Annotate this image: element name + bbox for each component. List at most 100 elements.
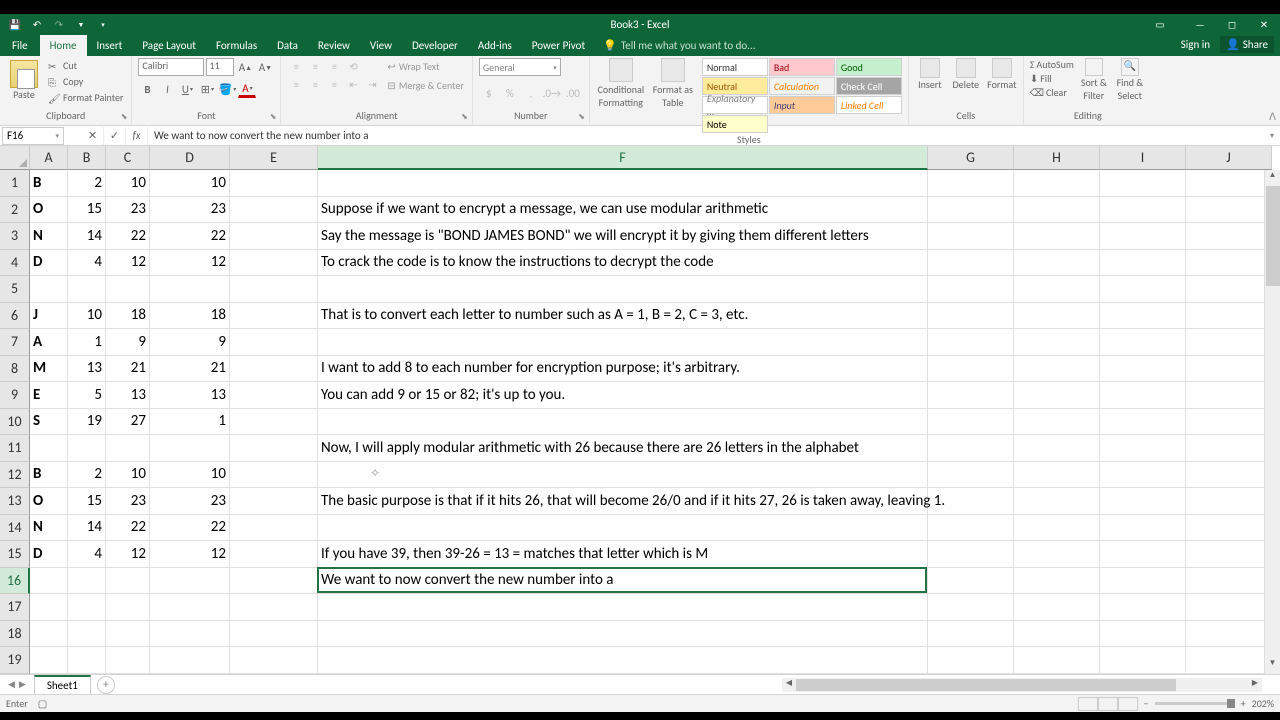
cell-J18[interactable] — [1186, 621, 1272, 648]
col-header-H[interactable]: H — [1014, 146, 1100, 170]
row-header-10[interactable]: 10 — [0, 409, 30, 436]
cell-H15[interactable] — [1014, 541, 1100, 568]
cell-A15[interactable]: D — [30, 541, 68, 568]
cell-D12[interactable]: 10 — [150, 462, 230, 489]
cell-D13[interactable]: 23 — [150, 488, 230, 515]
dialog-launcher-icon[interactable]: ⬊ — [578, 112, 585, 122]
cell-D15[interactable]: 12 — [150, 541, 230, 568]
insert-cells-button[interactable]: Insert — [915, 58, 945, 109]
page-layout-view-icon[interactable] — [1098, 697, 1118, 711]
cell-D1[interactable]: 10 — [150, 170, 230, 197]
col-header-I[interactable]: I — [1100, 146, 1186, 170]
enter-icon[interactable]: ✓ — [104, 127, 126, 145]
cell-I10[interactable] — [1100, 409, 1186, 436]
increase-indent-icon[interactable]: ⇥ — [363, 76, 381, 92]
cell-E10[interactable] — [230, 409, 318, 436]
cell-G19[interactable] — [928, 647, 1014, 674]
row-header-1[interactable]: 1 — [0, 170, 30, 197]
scroll-thumb[interactable] — [1266, 186, 1280, 286]
cell-A10[interactable]: S — [30, 409, 68, 436]
cell-I7[interactable] — [1100, 329, 1186, 356]
cell-H8[interactable] — [1014, 356, 1100, 383]
cell-F8[interactable]: I want to add 8 to each number for encry… — [318, 356, 928, 383]
dialog-launcher-icon[interactable]: ⬊ — [121, 112, 128, 122]
style-calculation[interactable]: Calculation — [769, 77, 835, 95]
dialog-launcher-icon[interactable]: ⬊ — [270, 112, 277, 122]
cell-F16[interactable]: We want to now convert the new number in… — [318, 568, 928, 595]
cell-H13[interactable] — [1014, 488, 1100, 515]
row-header-17[interactable]: 17 — [0, 594, 30, 621]
cell-F18[interactable] — [318, 621, 928, 648]
zoom-out-icon[interactable]: − — [1144, 697, 1149, 710]
cell-B19[interactable] — [68, 647, 106, 674]
cell-H5[interactable] — [1014, 276, 1100, 303]
cell-J1[interactable] — [1186, 170, 1272, 197]
page-break-view-icon[interactable] — [1118, 697, 1138, 711]
row-header-13[interactable]: 13 — [0, 488, 30, 515]
format-painter-button[interactable]: 🖌Format Painter — [46, 90, 125, 105]
cell-A13[interactable]: O — [30, 488, 68, 515]
italic-button[interactable]: I — [158, 80, 176, 98]
cell-D16[interactable] — [150, 568, 230, 595]
fill-color-button[interactable]: 🪣▾ — [218, 80, 236, 98]
cell-G18[interactable] — [928, 621, 1014, 648]
row-header-3[interactable]: 3 — [0, 223, 30, 250]
row-header-4[interactable]: 4 — [0, 250, 30, 277]
cell-I2[interactable] — [1100, 197, 1186, 224]
cell-D11[interactable] — [150, 435, 230, 462]
cell-I18[interactable] — [1100, 621, 1186, 648]
cell-B3[interactable]: 14 — [68, 223, 106, 250]
cell-F12[interactable] — [318, 462, 928, 489]
minimize-icon[interactable]: — — [1184, 14, 1216, 34]
cell-H18[interactable] — [1014, 621, 1100, 648]
cell-F15[interactable]: If you have 39, then 39-26 = 13 = matche… — [318, 541, 928, 568]
clear-button[interactable]: ⌫Clear — [1030, 86, 1074, 99]
cell-E4[interactable] — [230, 250, 318, 277]
worksheet-grid[interactable]: ABCDEFGHIJ 12345678910111213141516171819… — [0, 146, 1280, 674]
cell-B1[interactable]: 2 — [68, 170, 106, 197]
cell-E18[interactable] — [230, 621, 318, 648]
share-button[interactable]: 👤 Share — [1220, 36, 1274, 53]
row-header-5[interactable]: 5 — [0, 276, 30, 303]
font-size-select[interactable]: 11 — [206, 58, 234, 76]
cell-C16[interactable] — [106, 568, 150, 595]
align-left-icon[interactable]: ≡ — [287, 76, 305, 92]
cell-G17[interactable] — [928, 594, 1014, 621]
cell-A12[interactable]: B — [30, 462, 68, 489]
align-right-icon[interactable]: ≡ — [325, 76, 343, 92]
cell-H3[interactable] — [1014, 223, 1100, 250]
cell-I11[interactable] — [1100, 435, 1186, 462]
cell-E3[interactable] — [230, 223, 318, 250]
sheet-nav-prev-icon[interactable]: ◀ — [8, 679, 15, 690]
comma-format-icon[interactable]: , — [521, 84, 541, 102]
restore-icon[interactable]: ◻ — [1216, 14, 1248, 34]
cell-H12[interactable] — [1014, 462, 1100, 489]
cell-F7[interactable] — [318, 329, 928, 356]
cell-J7[interactable] — [1186, 329, 1272, 356]
cell-J5[interactable] — [1186, 276, 1272, 303]
style-linked-cell[interactable]: Linked Cell — [836, 96, 902, 114]
cell-B11[interactable] — [68, 435, 106, 462]
col-header-A[interactable]: A — [30, 146, 68, 170]
cell-I17[interactable] — [1100, 594, 1186, 621]
scroll-right-icon[interactable]: ▶ — [1248, 678, 1262, 692]
row-header-6[interactable]: 6 — [0, 303, 30, 330]
select-all-button[interactable] — [0, 146, 30, 170]
cell-A6[interactable]: J — [30, 303, 68, 330]
cell-C9[interactable]: 13 — [106, 382, 150, 409]
tab-data[interactable]: Data — [267, 35, 308, 56]
cell-G11[interactable] — [928, 435, 1014, 462]
cell-H2[interactable] — [1014, 197, 1100, 224]
col-header-D[interactable]: D — [150, 146, 230, 170]
orientation-icon[interactable]: ⟲ — [344, 58, 362, 74]
chevron-down-icon[interactable]: ▼ — [74, 17, 88, 31]
cell-J17[interactable] — [1186, 594, 1272, 621]
format-cells-button[interactable]: Format — [987, 58, 1017, 109]
cell-C17[interactable] — [106, 594, 150, 621]
cell-C2[interactable]: 23 — [106, 197, 150, 224]
cell-G14[interactable] — [928, 515, 1014, 542]
cell-J16[interactable] — [1186, 568, 1272, 595]
cell-C3[interactable]: 22 — [106, 223, 150, 250]
cell-C6[interactable]: 18 — [106, 303, 150, 330]
cell-A1[interactable]: B — [30, 170, 68, 197]
